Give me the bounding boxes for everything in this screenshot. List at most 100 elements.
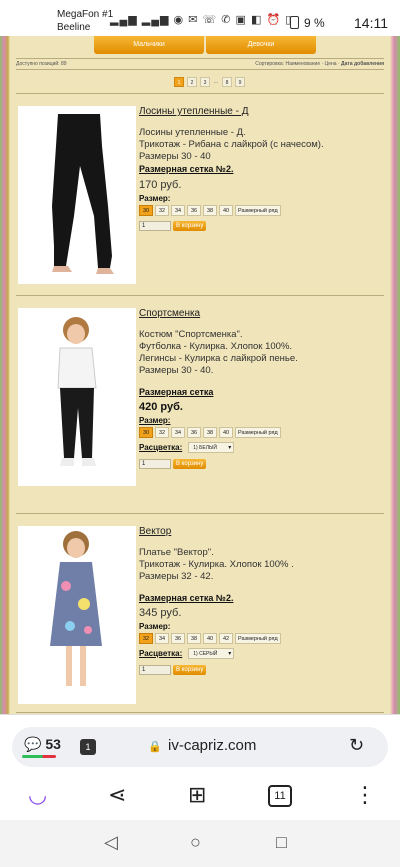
size-option[interactable]: 40 — [219, 205, 233, 216]
desc-line: Легинсы - Кулирка с лайкрой пенье. — [139, 353, 298, 364]
cart-row: 1 В корзину — [139, 221, 379, 231]
product-title[interactable]: Вектор — [139, 526, 379, 537]
size-grid-link[interactable]: Размерная сетка №2. — [139, 164, 379, 174]
divider — [16, 513, 384, 514]
quantity-input[interactable]: 1 — [139, 665, 171, 675]
url-domain[interactable]: iv-capriz.com — [168, 737, 256, 754]
size-option[interactable]: 32 — [139, 633, 153, 644]
size-range-button[interactable]: Размерный ряд — [235, 205, 281, 216]
size-option[interactable]: 34 — [171, 427, 185, 438]
desc-line: Трикотаж - Рибана с лайкрой (с начесом). — [139, 139, 324, 150]
messages-indicator — [22, 755, 56, 758]
tab-girls[interactable]: Девочки — [206, 36, 316, 54]
divider — [16, 69, 384, 70]
product-price: 345 руб. — [139, 607, 182, 619]
quantity-input[interactable]: 1 — [139, 459, 171, 469]
size-option[interactable]: 36 — [171, 633, 185, 644]
assistant-icon[interactable]: ◡ — [28, 782, 47, 808]
tab-boys[interactable]: Мальчики — [94, 36, 204, 54]
add-to-cart-button[interactable]: В корзину — [173, 459, 207, 469]
product-title[interactable]: Спортсменка — [139, 308, 379, 319]
desc-line: Размеры 32 - 42. — [139, 571, 214, 582]
size-option[interactable]: 38 — [203, 205, 217, 216]
sort-label[interactable]: Сортировка: Наименование · Цена · — [255, 61, 341, 67]
add-to-cart-button[interactable]: В корзину — [173, 665, 207, 675]
size-option[interactable]: 30 — [139, 427, 153, 438]
product-description: Платье "Вектор". Трикотаж - Кулирка. Хло… — [139, 547, 379, 583]
size-label: Размер: — [139, 194, 171, 203]
color-select[interactable]: 1) БЕЛЫЙ — [188, 442, 235, 453]
desc-line: Футболка - Кулирка. Хлопок 100%. — [139, 341, 293, 352]
battery-icon — [290, 16, 299, 29]
divider — [16, 712, 384, 713]
share-icon[interactable]: ⋖ — [108, 782, 126, 808]
desc-line: Трикотаж - Кулирка. Хлопок 100% . — [139, 559, 294, 570]
tabs-badge[interactable]: 1 — [80, 739, 96, 755]
page-content: Мальчики Девочки Доступно позиций: 89 Со… — [10, 36, 390, 714]
size-range-button[interactable]: Размерный ряд — [235, 427, 281, 438]
carrier-1: MegaFon #1 — [57, 9, 114, 20]
tabs-count-button[interactable]: 11 — [268, 785, 292, 807]
page-2[interactable]: 2 — [187, 77, 197, 87]
size-option[interactable]: 40 — [219, 427, 233, 438]
messages-button[interactable]: 💬 53 — [24, 736, 61, 753]
battery-level: 9 % — [304, 16, 325, 30]
color-row: Расцветка: 1) БЕЛЫЙ — [139, 442, 379, 453]
size-option[interactable]: 42 — [219, 633, 233, 644]
size-option[interactable]: 38 — [187, 633, 201, 644]
new-tab-icon[interactable]: ⊞ — [188, 782, 206, 808]
size-option[interactable]: 32 — [155, 205, 169, 216]
divider — [16, 58, 384, 59]
size-option[interactable]: 36 — [187, 427, 201, 438]
desc-line: Размеры 30 - 40 — [139, 151, 211, 162]
divider — [16, 295, 384, 296]
size-grid-link[interactable]: Размерная сетка — [139, 387, 379, 397]
size-option[interactable]: 32 — [155, 427, 169, 438]
size-option[interactable]: 34 — [155, 633, 169, 644]
product-description: Лосины утепленные - Д. Трикотаж - Рибана… — [139, 127, 379, 163]
cart-row: 1 В корзину — [139, 665, 379, 675]
product-photo[interactable] — [18, 308, 136, 486]
product-photo[interactable] — [18, 106, 136, 284]
product-info: Лосины утепленные - Д Лосины утепленные … — [139, 106, 379, 231]
cart-row: 1 В корзину — [139, 459, 379, 469]
category-tabs: Мальчики Девочки — [94, 36, 316, 54]
home-icon[interactable]: ○ — [190, 832, 201, 853]
browser-toolbar: ◡ ⋖ ⊞ 11 ⋮ — [0, 776, 400, 820]
size-grid-link[interactable]: Размерная сетка №2. — [139, 593, 379, 603]
size-option[interactable]: 40 — [203, 633, 217, 644]
size-option[interactable]: 36 — [187, 205, 201, 216]
page-3[interactable]: 3 — [200, 77, 210, 87]
product-title[interactable]: Лосины утепленные - Д — [139, 106, 379, 117]
sort-active[interactable]: Дата добавления — [341, 61, 384, 67]
add-to-cart-button[interactable]: В корзину — [173, 221, 207, 231]
page-1[interactable]: 1 — [174, 77, 184, 87]
product-photo[interactable] — [18, 526, 136, 704]
desc-line: Платье "Вектор". — [139, 547, 214, 558]
size-options: 32 34 36 38 40 42 Размерный ряд — [139, 633, 379, 644]
color-select[interactable]: 1) СЕРЫЙ — [188, 648, 235, 659]
size-option[interactable]: 30 — [139, 205, 153, 216]
size-range-button[interactable]: Размерный ряд — [235, 633, 281, 644]
page-9[interactable]: 9 — [235, 77, 245, 87]
recents-icon[interactable]: □ — [276, 832, 287, 853]
reload-icon[interactable]: ↻ — [349, 735, 364, 756]
product-description: Костюм "Спортсменка". Футболка - Кулирка… — [139, 329, 379, 377]
back-icon[interactable]: ◁ — [104, 832, 118, 853]
status-bar: MegaFon #1 Beeline ▂▄▆ ▂▄▆ ◉ ✉ ☏ ✆ ▣ ◧ ⏰… — [0, 0, 400, 36]
carrier-names: MegaFon #1 Beeline — [57, 8, 113, 34]
page-8[interactable]: 8 — [222, 77, 232, 87]
sort-line: Доступно позиций: 89 Сортировка: Наимено… — [16, 61, 384, 67]
divider — [16, 93, 384, 94]
desc-line: Размеры 30 - 40. — [139, 365, 214, 376]
clock: 14:11 — [354, 15, 388, 31]
size-option[interactable]: 38 — [203, 427, 217, 438]
system-nav-bar: ◁ ○ □ — [0, 820, 400, 867]
quantity-input[interactable]: 1 — [139, 221, 171, 231]
messages-count: 53 — [45, 736, 61, 752]
color-label: Расцветка: — [139, 649, 183, 658]
size-option[interactable]: 34 — [171, 205, 185, 216]
product-price: 170 руб. — [139, 179, 182, 191]
carrier-2: Beeline — [57, 22, 91, 33]
menu-icon[interactable]: ⋮ — [354, 782, 376, 808]
